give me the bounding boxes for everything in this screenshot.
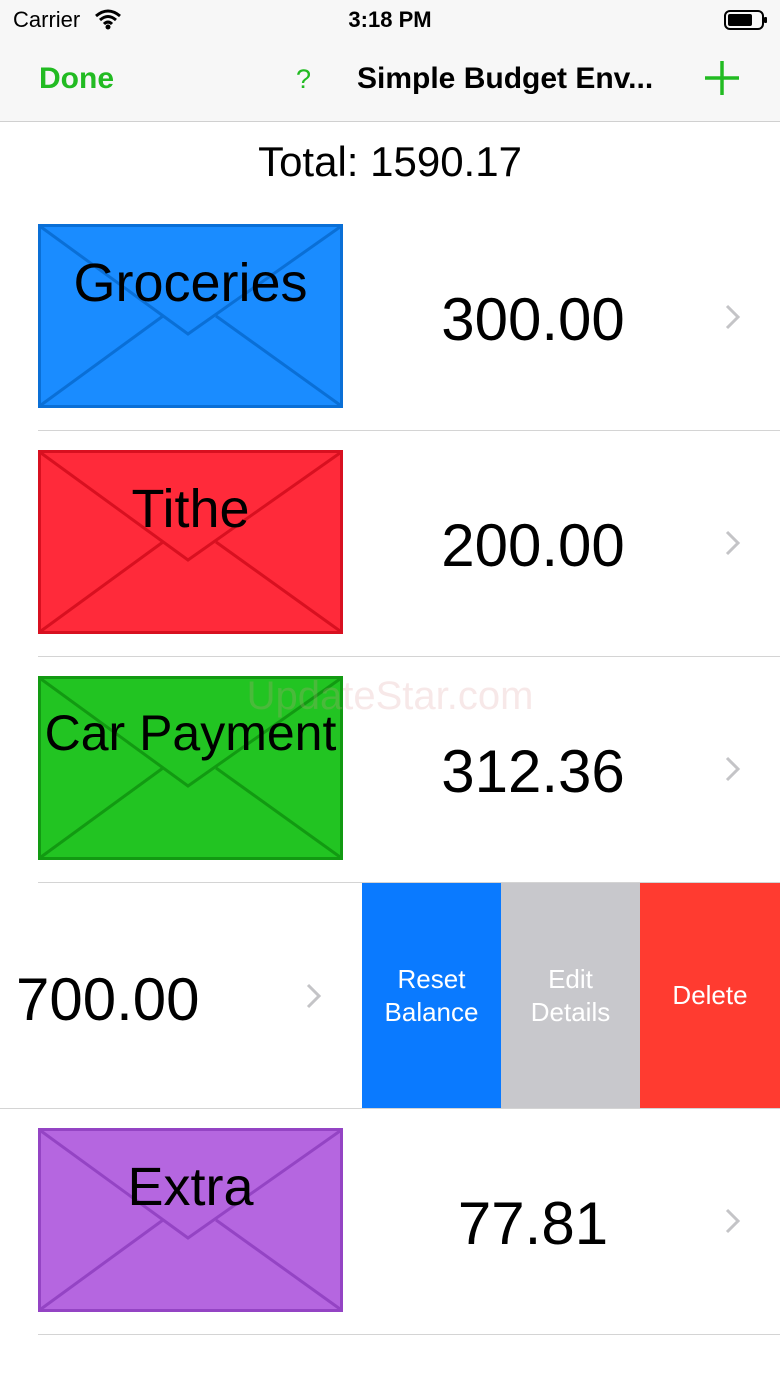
status-bar: Carrier 3:18 PM: [0, 0, 780, 40]
envelope-amount: 200.00: [441, 512, 625, 579]
navigation-bar: Done ? Simple Budget Env...: [0, 40, 780, 122]
envelope-icon: Groceries: [38, 224, 343, 408]
reset-balance-button[interactable]: Reset Balance: [362, 883, 501, 1108]
envelope-amount: 700.00: [16, 966, 200, 1033]
envelope-name: Groceries: [73, 253, 308, 313]
envelope-icon: Tithe: [38, 450, 343, 634]
delete-label: Delete: [672, 980, 748, 1010]
envelope-icon: Car Payment: [38, 676, 343, 860]
envelope-row[interactable]: Tithe 200.00: [0, 431, 780, 657]
swiped-envelope-row[interactable]: 700.00 Reset Balance Edit Details Delete: [0, 883, 780, 1109]
chevron-right-icon: [306, 983, 322, 1009]
envelope-name: Extra: [127, 1157, 254, 1217]
row-divider: [38, 1334, 780, 1335]
envelope-amount: 300.00: [441, 286, 625, 353]
envelope-row[interactable]: Car Payment 312.36: [0, 657, 780, 883]
edit-label-line2: Details: [530, 996, 611, 1027]
add-envelope-button[interactable]: [700, 56, 744, 100]
envelope-icon: Extra: [38, 1128, 343, 1312]
page-title: Simple Budget Env...: [357, 62, 654, 95]
help-button[interactable]: ?: [296, 64, 311, 95]
reset-label-line1: Reset: [397, 963, 466, 994]
status-time: 3:18 PM: [348, 7, 432, 32]
edit-details-button[interactable]: Edit Details: [501, 883, 640, 1108]
envelope-row[interactable]: Groceries 300.00: [0, 205, 780, 431]
plus-icon: [705, 61, 739, 95]
reset-label-line2: Balance: [384, 996, 479, 1027]
chevron-right-icon: [725, 304, 741, 330]
envelope-amount: 312.36: [441, 738, 625, 805]
total-label: Total: 1590.17: [258, 138, 522, 185]
battery-icon: [724, 9, 768, 36]
chevron-right-icon: [725, 1208, 741, 1234]
envelope-amount: 77.81: [457, 1190, 609, 1257]
chevron-right-icon: [725, 756, 741, 782]
envelope-row[interactable]: Extra 77.81: [0, 1109, 780, 1335]
chevron-right-icon: [725, 530, 741, 556]
envelope-name: Car Payment: [44, 705, 337, 761]
done-button[interactable]: Done: [39, 62, 114, 96]
envelope-name: Tithe: [131, 479, 250, 539]
delete-button[interactable]: Delete: [640, 883, 780, 1108]
edit-label-line1: Edit: [548, 963, 593, 994]
